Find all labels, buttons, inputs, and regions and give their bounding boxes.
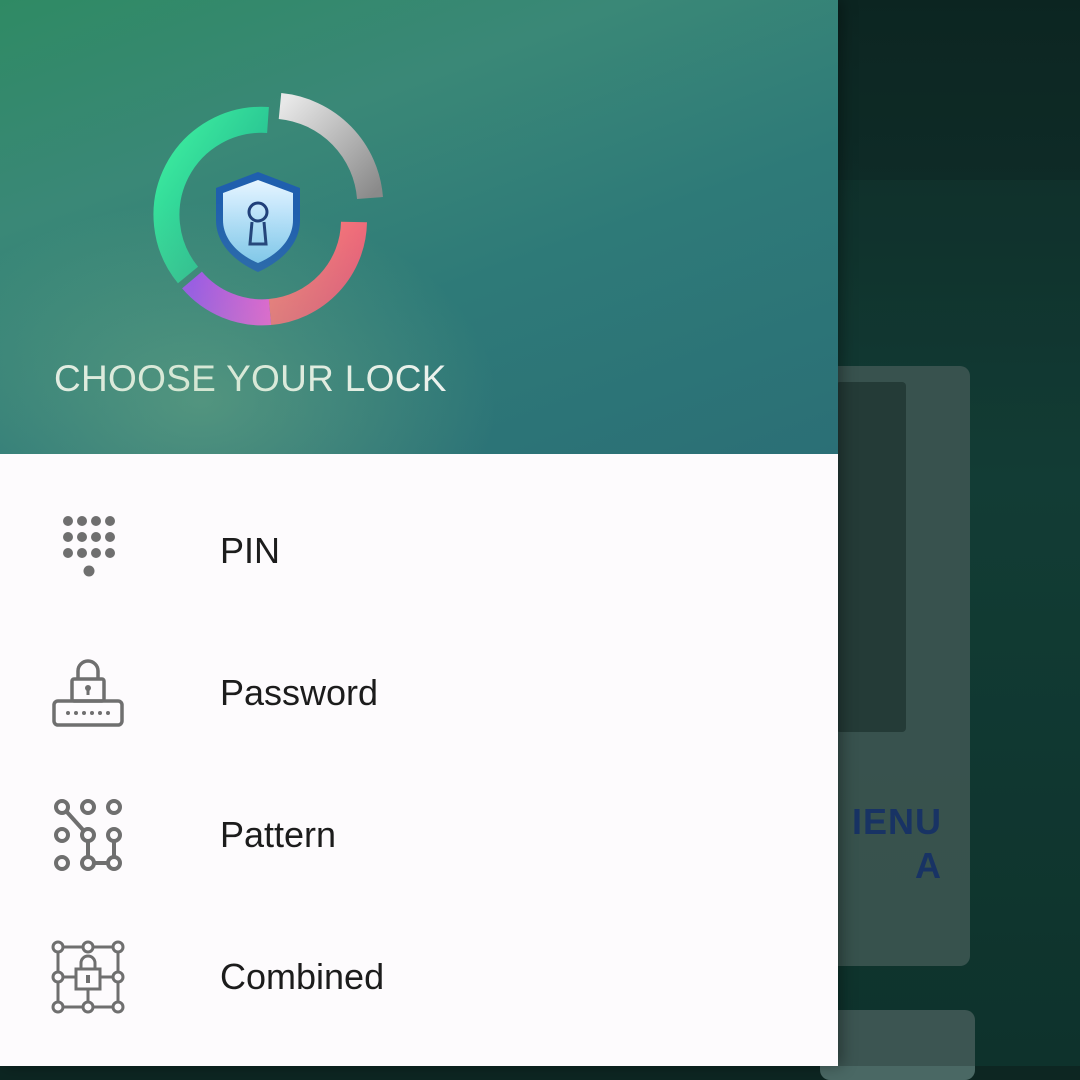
menu-item-combined[interactable]: Combined [0,906,838,1048]
keypad-icon [50,513,126,589]
app-logo-icon [153,93,383,326]
menu-item-pattern[interactable]: Pattern [0,764,838,906]
password-lock-icon [50,655,126,731]
combined-lock-icon [50,939,126,1015]
drawer-header: CHOOSE YOUR LOCK [0,0,838,454]
menu-item-label: Password [220,672,379,713]
drawer-header-title: CHOOSE YOUR LOCK [54,358,447,399]
pattern-grid-icon [50,797,126,873]
menu-item-pin[interactable]: PIN [0,480,838,622]
menu-item-label: Combined [220,956,385,997]
menu-item-label: Pattern [220,814,337,855]
navigation-drawer: CHOOSE YOUR LOCK PIN Password Pattern Co… [0,0,838,1066]
menu-item-password[interactable]: Password [0,622,838,764]
menu-item-label: PIN [220,530,281,571]
